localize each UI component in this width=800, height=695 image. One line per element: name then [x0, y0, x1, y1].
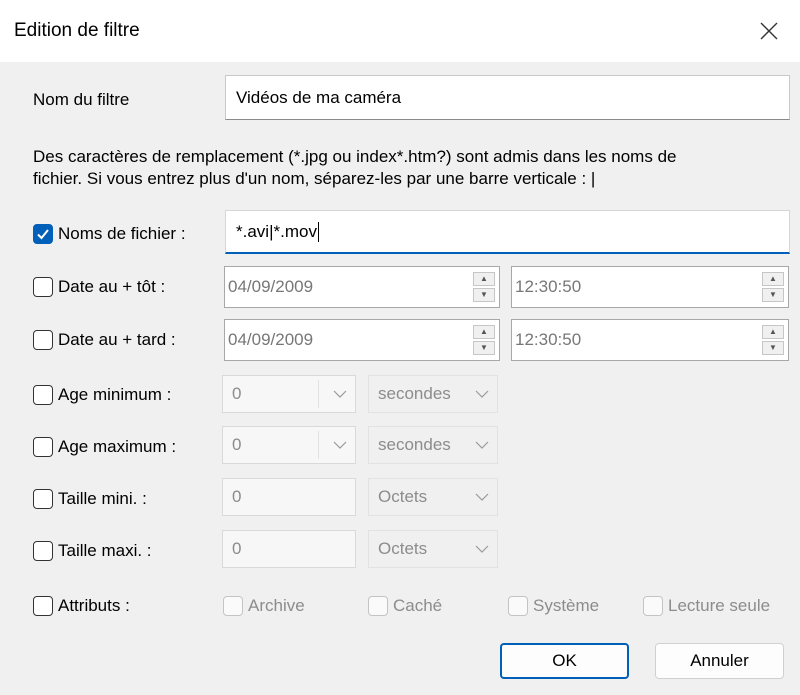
filenames-label: Noms de fichier :	[58, 224, 186, 243]
age-min-combo[interactable]: 0	[222, 375, 356, 413]
attributes-checkbox[interactable]	[33, 596, 53, 616]
size-min-unit-select[interactable]: Octets	[368, 478, 498, 516]
age-min-unit-select[interactable]: secondes	[368, 375, 498, 413]
age-min-unit: secondes	[378, 384, 451, 403]
date-latest-date-picker[interactable]: 04/09/2009 ▲ ▼	[224, 319, 500, 361]
dialog-window: Edition de filtre Nom du filtre Vidéos d…	[0, 0, 800, 695]
filenames-value: *.avi|*.mov	[236, 221, 317, 241]
filenames-checkbox[interactable]	[33, 224, 53, 244]
window-title: Edition de filtre	[14, 20, 140, 41]
attribute-system-checkbox[interactable]	[508, 596, 528, 616]
chevron-down-icon	[475, 493, 489, 501]
close-icon	[760, 22, 778, 40]
title-bar: Edition de filtre	[0, 0, 800, 62]
chevron-down-icon	[475, 441, 489, 449]
size-max-checkbox[interactable]	[33, 541, 53, 561]
date-latest-date-value: 04/09/2009	[228, 330, 314, 349]
date-earliest-time-value: 12:30:50	[515, 277, 582, 296]
chevron-down-icon	[475, 390, 489, 398]
size-min-unit: Octets	[378, 487, 428, 506]
date-earliest-label: Date au + tôt :	[58, 277, 166, 296]
filenames-input[interactable]: *.avi|*.mov	[225, 210, 790, 254]
size-max-label: Taille maxi. :	[58, 541, 152, 560]
chevron-down-icon	[333, 441, 347, 449]
help-text-line-2: fichier. Si vous entrez plus d'un nom, s…	[33, 169, 596, 188]
age-max-value: 0	[232, 435, 242, 454]
attribute-readonly-checkbox[interactable]	[643, 596, 663, 616]
spin-down-icon[interactable]: ▼	[473, 288, 495, 302]
text-cursor	[317, 221, 319, 242]
combo-separator	[318, 431, 319, 459]
attribute-hidden-checkbox[interactable]	[368, 596, 388, 616]
age-max-label: Age maximum :	[58, 437, 177, 456]
age-max-combo[interactable]: 0	[222, 426, 356, 464]
date-latest-time-spinner[interactable]: ▲ ▼	[762, 325, 784, 355]
age-max-checkbox[interactable]	[33, 437, 53, 457]
date-latest-time-picker[interactable]: 12:30:50 ▲ ▼	[511, 319, 789, 361]
check-icon	[37, 229, 49, 240]
attribute-archive-label: Archive	[248, 596, 305, 615]
help-text-line-1: Des caractères de remplacement (*.jpg ou…	[33, 147, 677, 166]
size-min-label: Taille mini. :	[58, 489, 147, 508]
date-earliest-date-value: 04/09/2009	[228, 277, 314, 296]
date-earliest-time-picker[interactable]: 12:30:50 ▲ ▼	[511, 266, 789, 308]
date-latest-time-value: 12:30:50	[515, 330, 582, 349]
attribute-hidden-label: Caché	[393, 596, 443, 615]
size-min-input[interactable]: 0	[222, 478, 356, 516]
help-text: Des caractères de remplacement (*.jpg ou…	[33, 146, 676, 190]
filter-name-input[interactable]: Vidéos de ma caméra	[225, 75, 790, 120]
size-min-checkbox[interactable]	[33, 489, 53, 509]
size-max-value: 0	[232, 539, 242, 558]
date-earliest-date-picker[interactable]: 04/09/2009 ▲ ▼	[224, 266, 500, 308]
filter-name-value: Vidéos de ma caméra	[236, 87, 402, 107]
filter-name-label: Nom du filtre	[33, 90, 130, 109]
date-latest-date-spinner[interactable]: ▲ ▼	[473, 325, 495, 355]
cancel-button[interactable]: Annuler	[655, 643, 784, 679]
chevron-down-icon	[475, 545, 489, 553]
age-min-value: 0	[232, 384, 242, 403]
spin-up-icon[interactable]: ▲	[473, 272, 495, 286]
spin-up-icon[interactable]: ▲	[473, 325, 495, 339]
close-button[interactable]	[738, 0, 800, 62]
age-max-unit: secondes	[378, 435, 451, 454]
ok-button[interactable]: OK	[500, 643, 629, 679]
spin-up-icon[interactable]: ▲	[762, 325, 784, 339]
attribute-archive-checkbox[interactable]	[223, 596, 243, 616]
age-min-label: Age minimum :	[58, 385, 172, 404]
attribute-system-label: Système	[533, 596, 600, 615]
size-max-input[interactable]: 0	[222, 530, 356, 568]
date-earliest-checkbox[interactable]	[33, 277, 53, 297]
date-earliest-time-spinner[interactable]: ▲ ▼	[762, 272, 784, 302]
age-max-unit-select[interactable]: secondes	[368, 426, 498, 464]
age-min-checkbox[interactable]	[33, 385, 53, 405]
size-max-unit: Octets	[378, 539, 428, 558]
spin-down-icon[interactable]: ▼	[762, 288, 784, 302]
size-min-value: 0	[232, 487, 242, 506]
size-max-unit-select[interactable]: Octets	[368, 530, 498, 568]
date-latest-label: Date au + tard :	[58, 330, 176, 349]
chevron-down-icon	[333, 390, 347, 398]
spin-up-icon[interactable]: ▲	[762, 272, 784, 286]
spin-down-icon[interactable]: ▼	[762, 341, 784, 355]
spin-down-icon[interactable]: ▼	[473, 341, 495, 355]
date-latest-checkbox[interactable]	[33, 330, 53, 350]
combo-separator	[318, 380, 319, 408]
date-earliest-date-spinner[interactable]: ▲ ▼	[473, 272, 495, 302]
attribute-readonly-label: Lecture seule	[668, 596, 771, 615]
attributes-label: Attributs :	[58, 596, 130, 615]
